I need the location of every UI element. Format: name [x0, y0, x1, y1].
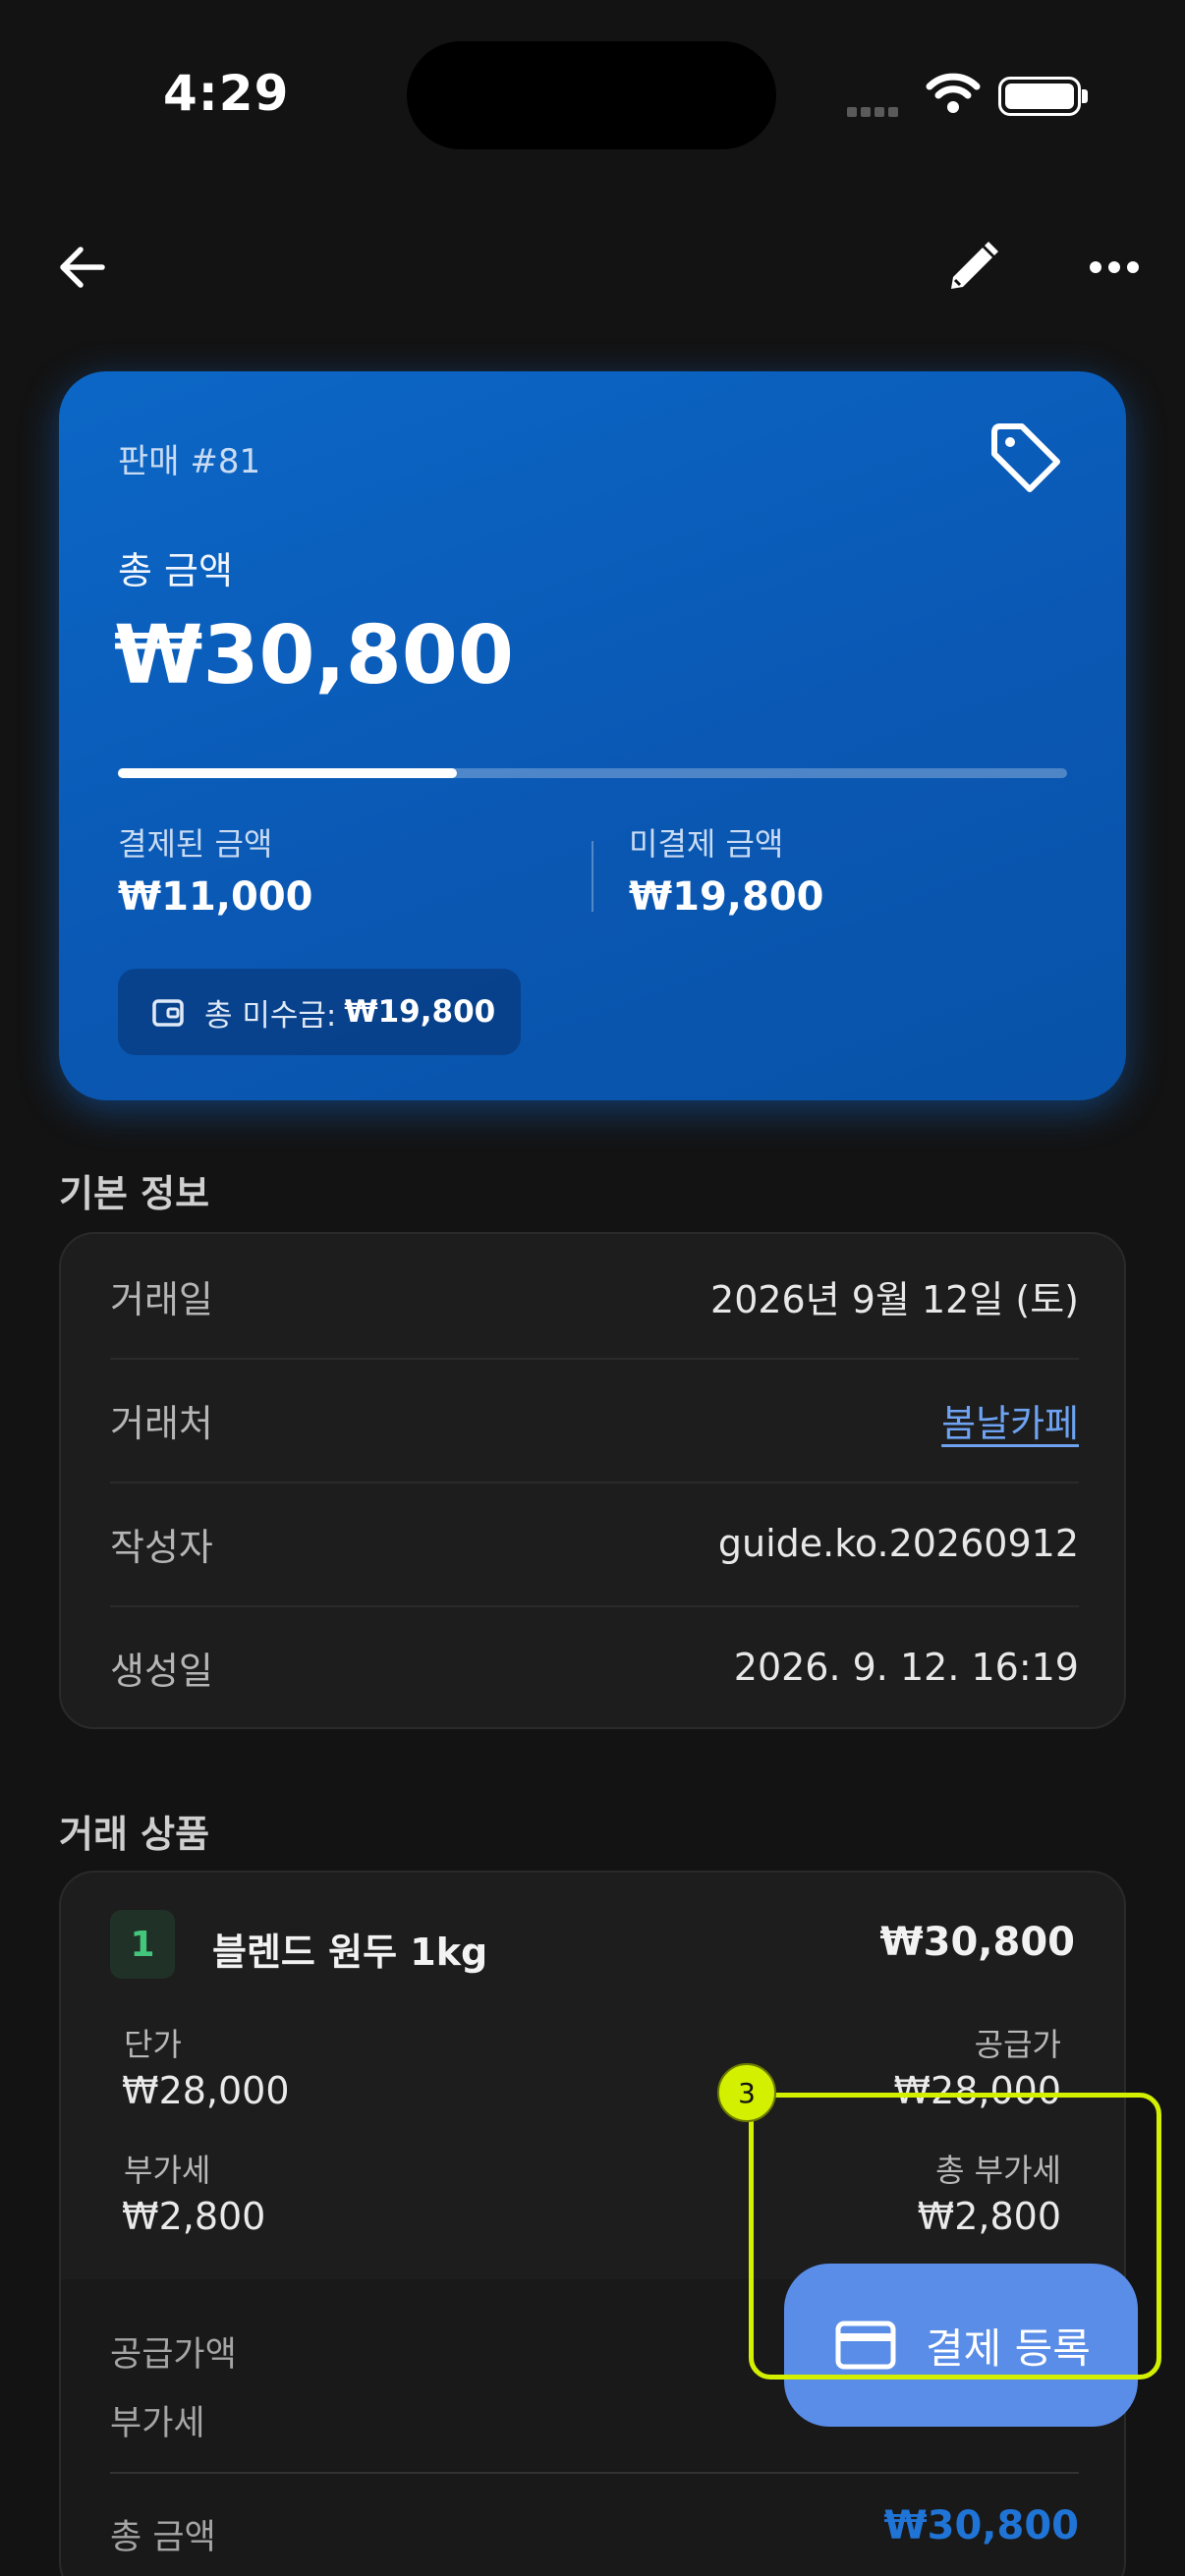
info-row-date: 거래일 2026년 9월 12일 (토) — [61, 1234, 1128, 1358]
unit-price-label: 단가 — [124, 2026, 182, 2063]
more-horizontal-icon — [1090, 261, 1139, 273]
vat-value: ₩2,800 — [122, 2195, 266, 2238]
info-row-author: 작성자 guide.ko.20260912 — [61, 1482, 1128, 1605]
wifi-icon — [926, 71, 981, 118]
summary-total-label: 총 금액 — [110, 2518, 216, 2557]
paid-amount: ₩11,000 — [118, 874, 313, 920]
supply-total-label: 공급가액 — [110, 2335, 237, 2375]
cellular-signal-icon — [847, 102, 902, 121]
pencil-icon — [951, 242, 998, 289]
arrow-left-icon — [60, 247, 105, 288]
basic-info-title: 기본 정보 — [59, 1172, 210, 1215]
info-value: guide.ko.20260912 — [717, 1522, 1079, 1565]
unpaid-amount: ₩19,800 — [629, 874, 824, 920]
back-button[interactable] — [47, 232, 118, 303]
info-label: 생성일 — [110, 1649, 213, 1693]
info-row-created: 생성일 2026. 9. 12. 16:19 — [61, 1605, 1128, 1729]
info-label: 작성자 — [110, 1525, 213, 1569]
payment-progress-fill — [118, 768, 457, 778]
vat-label: 부가세 — [124, 2152, 211, 2189]
total-label: 총 금액 — [118, 549, 233, 592]
battery-icon — [998, 77, 1081, 116]
unpaid-label: 미결제 금액 — [629, 825, 784, 863]
receivable-amount: ₩19,800 — [344, 994, 496, 1030]
receivable-label: 총 미수금: — [204, 997, 337, 1034]
info-row-client: 거래처 봄날카페 — [61, 1358, 1128, 1482]
summary-divider — [110, 2472, 1079, 2474]
amount-divider — [592, 841, 593, 912]
dynamic-island — [407, 41, 776, 149]
info-value: 2026년 9월 12일 (토) — [710, 1277, 1079, 1321]
client-link[interactable]: 봄날카페 — [941, 1393, 1079, 1447]
summary-total-value: ₩30,800 — [883, 2503, 1079, 2548]
tag-icon — [987, 420, 1065, 503]
total-amount: ₩30,800 — [114, 609, 514, 702]
supply-label: 공급가 — [974, 2026, 1061, 2063]
receivable-badge: 총 미수금: ₩19,800 — [118, 969, 521, 1055]
battery-tip — [1082, 89, 1088, 103]
more-button[interactable] — [1079, 232, 1150, 303]
edit-button[interactable] — [933, 232, 1012, 303]
sale-id: 판매 #81 — [118, 442, 261, 481]
info-label: 거래처 — [110, 1401, 213, 1445]
info-value: 2026. 9. 12. 16:19 — [733, 1646, 1079, 1689]
payment-progress-bar — [118, 768, 1067, 778]
product-total: ₩30,800 — [879, 1920, 1075, 1965]
unit-price-value: ₩28,000 — [122, 2069, 290, 2112]
sale-summary-card: 판매 #81 총 금액 ₩30,800 결제된 금액 ₩11,000 미결제 금… — [59, 371, 1126, 1100]
info-label: 거래일 — [110, 1277, 213, 1321]
highlight-step-badge: 3 — [717, 2063, 776, 2122]
basic-info-panel: 거래일 2026년 9월 12일 (토) 거래처 봄날카페 작성자 guide.… — [59, 1232, 1126, 1729]
products-title: 거래 상품 — [59, 1813, 210, 1856]
product-name: 블렌드 원두 1kg — [212, 1931, 488, 1974]
status-time: 4:29 — [163, 65, 290, 122]
summary-vat-label: 부가세 — [110, 2404, 205, 2443]
highlight-box — [749, 2093, 1161, 2380]
wallet-icon — [152, 999, 184, 1027]
item-index-badge: 1 — [110, 1910, 175, 1979]
paid-label: 결제된 금액 — [118, 825, 273, 863]
